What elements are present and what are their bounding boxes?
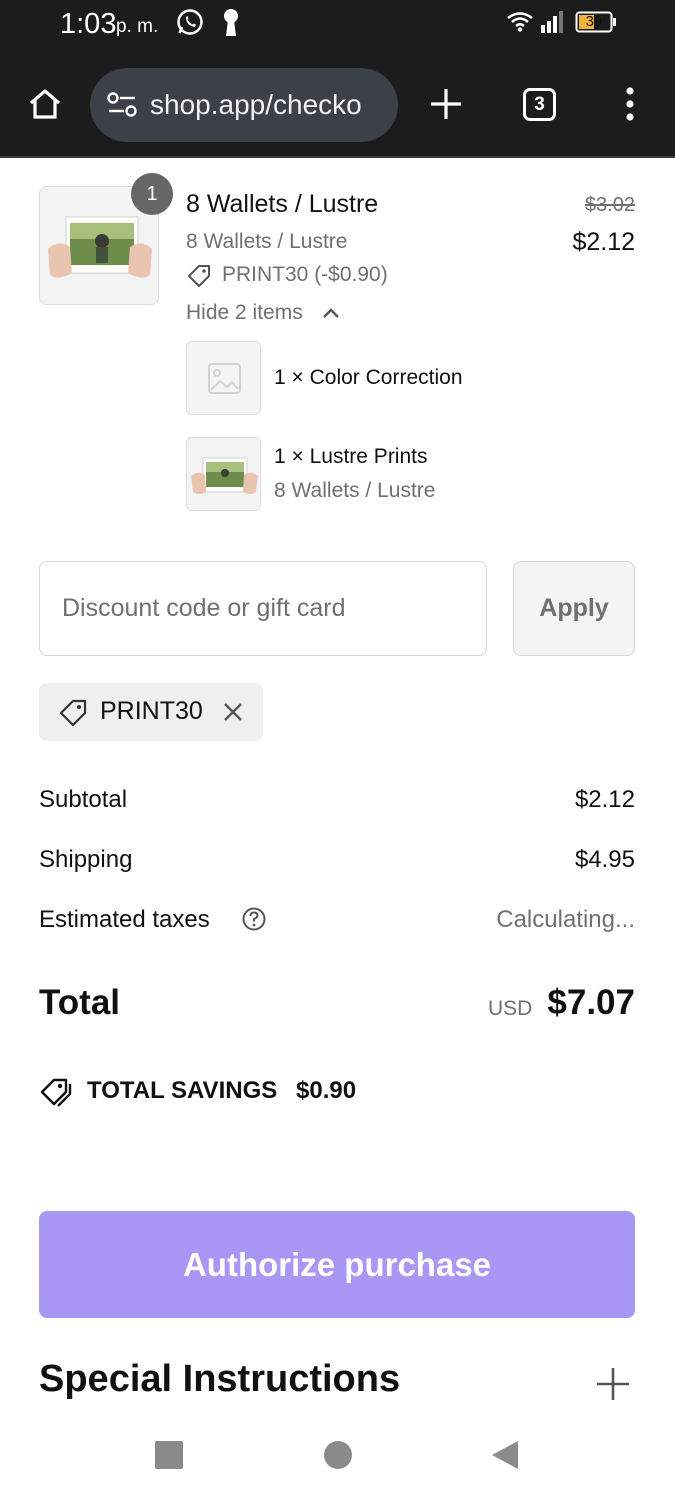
back-icon[interactable] — [490, 1439, 520, 1471]
system-nav-bar — [0, 1410, 675, 1500]
applied-code: PRINT30 — [100, 697, 203, 725]
photo-print-image — [187, 438, 260, 510]
chevron-up-icon[interactable] — [321, 305, 341, 321]
subtotal-label: Subtotal — [39, 786, 128, 813]
product-discount: PRINT30 (-$0.90) — [222, 263, 388, 286]
total-value: $7.07 — [547, 983, 635, 1022]
new-tab-icon[interactable] — [428, 86, 464, 122]
total-savings-value: $0.90 — [296, 1077, 357, 1104]
tag-icon — [188, 265, 210, 287]
tab-switcher-icon[interactable]: 3 — [523, 88, 556, 121]
product-variant: 8 Wallets / Lustre — [186, 230, 348, 253]
status-time: 1:03 — [60, 8, 117, 40]
sub-item-thumbnail — [186, 341, 261, 415]
battery-level: 39 — [585, 13, 603, 30]
sub-item-label: 1 × Lustre Prints — [274, 445, 428, 468]
sub-item-variant: 8 Wallets / Lustre — [274, 479, 436, 502]
signal-icon — [541, 11, 563, 33]
apply-button[interactable]: Apply — [513, 561, 635, 656]
special-instructions-title[interactable]: Special Instructions — [39, 1358, 400, 1401]
wifi-icon — [507, 12, 533, 32]
whatsapp-icon — [177, 9, 203, 35]
sub-item-thumbnail — [186, 437, 261, 511]
shipping-label: Shipping — [39, 846, 133, 873]
shipping-value: $4.95 — [574, 846, 635, 873]
tag-icon — [59, 699, 87, 727]
savings-tag-icon — [40, 1078, 72, 1107]
expand-plus-icon[interactable] — [595, 1366, 631, 1402]
authorize-purchase-button[interactable]: Authorize purchase — [39, 1211, 635, 1318]
address-bar[interactable]: shop.app/checko — [90, 68, 398, 142]
applied-discount-chip: PRINT30 — [39, 683, 263, 741]
taxes-label: Estimated taxes — [39, 906, 210, 933]
quantity-badge: 1 — [131, 173, 173, 215]
recents-icon[interactable] — [155, 1441, 183, 1469]
hide-items-toggle[interactable]: Hide 2 items — [186, 301, 303, 325]
site-settings-icon[interactable] — [106, 92, 138, 118]
home-nav-icon[interactable] — [324, 1441, 352, 1469]
taxes-value: Calculating... — [496, 906, 635, 933]
original-price: $3.02 — [584, 194, 635, 216]
total-savings-label: TOTAL SAVINGS — [87, 1077, 278, 1104]
help-icon[interactable] — [241, 906, 267, 932]
discount-code-input[interactable] — [39, 561, 487, 656]
subtotal-value: $2.12 — [574, 786, 635, 813]
item-price: $2.12 — [572, 228, 635, 256]
home-icon[interactable] — [27, 86, 63, 122]
product-title: 8 Wallets / Lustre — [186, 190, 379, 218]
currency-code: USD — [488, 997, 533, 1020]
url-text[interactable]: shop.app/checko — [150, 89, 386, 121]
total-label: Total — [39, 983, 121, 1022]
close-icon[interactable] — [221, 700, 245, 724]
keyhole-icon — [224, 9, 238, 36]
browser-toolbar: shop.app/checko 3 — [0, 50, 675, 158]
status-ampm: p. m. — [116, 16, 159, 37]
image-placeholder-icon — [208, 363, 241, 394]
menu-icon[interactable] — [620, 86, 640, 122]
status-bar: 1:03 p. m. 39 — [0, 0, 675, 50]
sub-item-label: 1 × Color Correction — [274, 366, 463, 389]
